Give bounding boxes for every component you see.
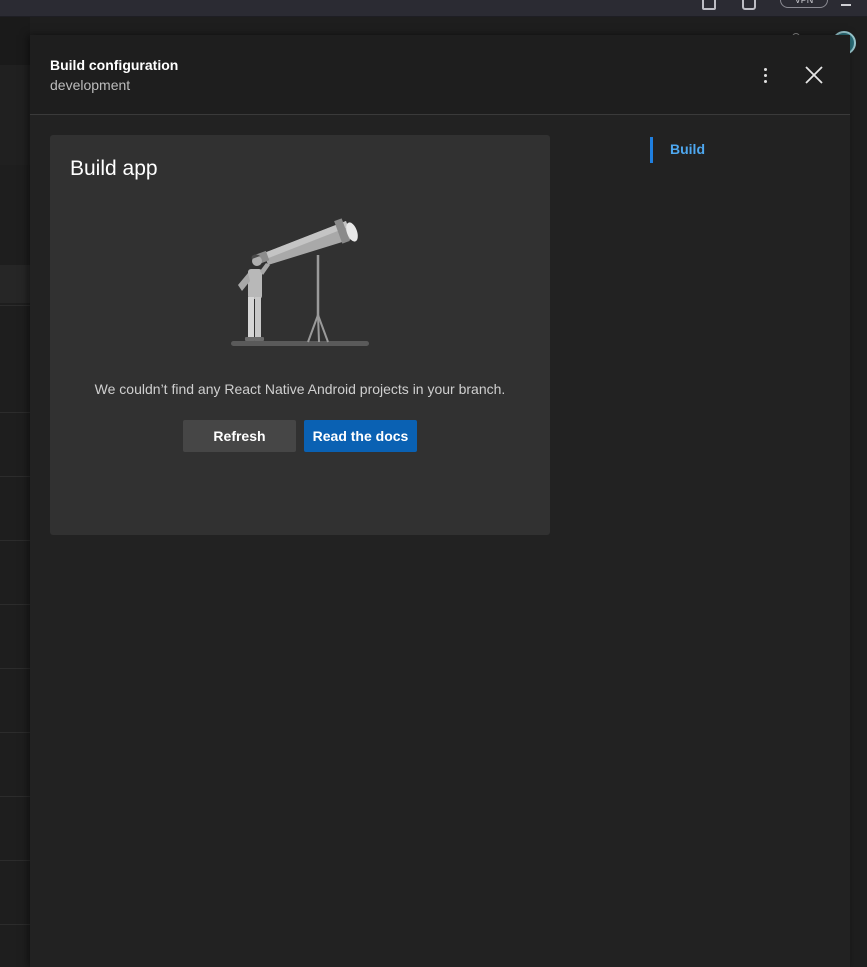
branch-name: development bbox=[50, 77, 131, 93]
extensions-icon[interactable] bbox=[702, 0, 716, 10]
close-icon bbox=[805, 66, 823, 84]
background-row-divider bbox=[0, 796, 30, 797]
background-row-divider bbox=[0, 305, 30, 306]
section-nav-item-label: Build bbox=[670, 141, 705, 157]
background-row-divider bbox=[0, 924, 30, 925]
refresh-button[interactable]: Refresh bbox=[183, 420, 296, 452]
background-row-divider bbox=[0, 412, 30, 413]
screenshot-icon[interactable] bbox=[742, 0, 756, 10]
telescope-person-illustration bbox=[231, 218, 369, 346]
background-row-divider bbox=[0, 540, 30, 541]
section-nav-item-build[interactable]: Build bbox=[650, 137, 830, 163]
panel-header: Build configuration development bbox=[30, 35, 850, 115]
panel-title: Build configuration bbox=[50, 57, 179, 73]
background-row-divider bbox=[0, 476, 30, 477]
build-configuration-panel: Build configuration development Build ap… bbox=[30, 35, 850, 967]
vpn-pill[interactable]: VPN bbox=[780, 0, 828, 8]
background-header bbox=[0, 17, 30, 65]
background-row-divider bbox=[0, 732, 30, 733]
active-indicator bbox=[650, 137, 653, 163]
card-title: Build app bbox=[70, 157, 158, 180]
browser-toolbar: VPN bbox=[0, 0, 867, 17]
section-nav: Build bbox=[650, 137, 830, 163]
background-selected-row bbox=[0, 265, 30, 303]
background-sidebar-block bbox=[0, 65, 30, 165]
more-options-button[interactable] bbox=[753, 61, 777, 89]
empty-state-message: We couldn’t find any React Native Androi… bbox=[94, 381, 506, 397]
minimize-icon[interactable] bbox=[841, 4, 851, 6]
read-the-docs-button[interactable]: Read the docs bbox=[304, 420, 417, 452]
build-app-card: Build app We couldn’t find any React Nat… bbox=[50, 135, 550, 535]
background-row-divider bbox=[0, 860, 30, 861]
background-row-divider bbox=[0, 604, 30, 605]
background-row-divider bbox=[0, 668, 30, 669]
close-button[interactable] bbox=[801, 62, 827, 88]
